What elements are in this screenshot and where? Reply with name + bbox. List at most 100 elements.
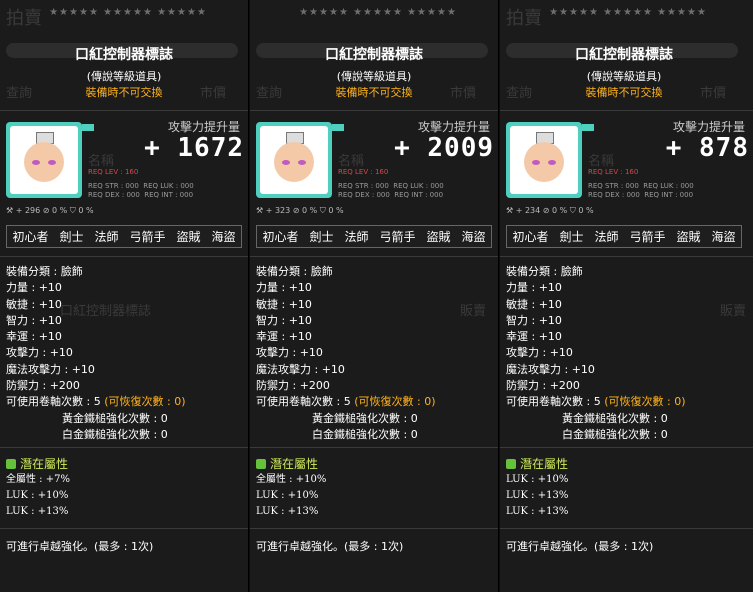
divider xyxy=(250,110,498,111)
bg-sell-text: 販賣 xyxy=(720,304,747,319)
req-level: REQ LEV : 160 xyxy=(588,168,639,176)
stat-category: 裝備分類 : 臉飾 xyxy=(256,265,333,278)
stat-str: 力量 : +10 xyxy=(256,281,312,295)
potential-line-3: LUK : +13% xyxy=(506,506,569,517)
item-icon xyxy=(260,126,328,194)
bg-name-text: 名稱 xyxy=(338,154,365,169)
potential-icon xyxy=(6,459,16,469)
job-magician: 法師 xyxy=(344,230,369,244)
bg-title-text: 口紅控制器標誌 xyxy=(60,304,152,319)
divider xyxy=(250,528,498,529)
stat-list: 裝備分類 : 臉飾 力量 : +10 敏捷 : +10 智力 : +10 幸運 … xyxy=(6,264,185,443)
upgrade-info-row: ⚒ + 296 ⊘ 0 % ⛉ 0 % xyxy=(6,206,94,215)
stat-list: 裝備分類 : 臉飾 力量 : +10 敏捷 : +10 智力 : +10 幸運 … xyxy=(506,264,685,443)
job-bowman: 弓箭手 xyxy=(629,230,666,244)
job-pirate: 海盜 xyxy=(711,230,736,244)
divider xyxy=(500,256,753,257)
stat-atk: 攻擊力 : +10 xyxy=(256,346,323,360)
divider xyxy=(500,447,753,448)
req-level: REQ LEV : 160 xyxy=(338,168,389,176)
emblem-face-icon xyxy=(524,142,564,182)
job-list: 初心者 劍士 法師 弓箭手 盜賊 海盜 xyxy=(506,225,742,248)
bg-sell-text: 販賣 xyxy=(460,304,487,319)
item-icon-frame xyxy=(6,122,82,198)
bg-name-text: 名稱 xyxy=(588,154,615,169)
job-bowman: 弓箭手 xyxy=(129,230,166,244)
potential-icon xyxy=(506,459,516,469)
stat-gold-hammer: 黃金鐵槌強化次數 : 0 xyxy=(312,411,418,425)
potential-section: 潛在屬性 LUK : +10% LUK : +13% LUK : +13% xyxy=(506,457,568,520)
potential-line-1: 全屬性 : +10% xyxy=(256,474,327,485)
divider xyxy=(0,110,248,111)
stat-def: 防禦力 : +200 xyxy=(6,379,80,393)
stat-luk: 幸運 : +10 xyxy=(6,330,62,344)
flag-icon xyxy=(582,124,594,131)
item-title: 口紅控制器標誌 xyxy=(575,47,673,63)
item-tooltip-1: 拍賣 查詢 市價 ★★★★★ ★★★★★ ★★★★★ 口紅控制器標誌 (傳說等級… xyxy=(0,0,249,592)
stat-int: 智力 : +10 xyxy=(256,313,312,327)
potential-line-1: 全屬性 : +7% xyxy=(6,474,70,485)
job-pirate: 海盜 xyxy=(461,230,486,244)
job-pirate: 海盜 xyxy=(211,230,236,244)
item-grade: (傳說等級道具) xyxy=(86,70,162,83)
req-dex-int: REQ DEX : 000 REQ INT : 000 xyxy=(88,191,194,199)
divider xyxy=(500,110,753,111)
divider xyxy=(0,528,248,529)
item-tooltip-2: 查詢 市價 ★★★★★ ★★★★★ ★★★★★ 口紅控制器標誌 (傳說等級道具)… xyxy=(250,0,499,592)
trade-restriction: 裝備時不可交換 xyxy=(85,86,163,99)
job-bowman: 弓箭手 xyxy=(379,230,416,244)
item-grade: (傳說等級道具) xyxy=(586,70,662,83)
potential-title: 潛在屬性 xyxy=(506,457,568,472)
potential-icon xyxy=(256,459,266,469)
item-icon-frame xyxy=(256,122,332,198)
stat-platinum-hammer: 白金鐵槌強化次數 : 0 xyxy=(62,427,168,441)
stat-scroll: 可使用卷軸次數 : 5 (可恢復次數 : 0) xyxy=(256,395,436,409)
item-title: 口紅控制器標誌 xyxy=(75,47,173,63)
stat-atk: 攻擊力 : +10 xyxy=(506,346,573,360)
attack-increase-value: + 878 xyxy=(665,133,749,163)
potential-line-3: LUK : +13% xyxy=(256,506,319,517)
divider xyxy=(250,256,498,257)
stat-list: 裝備分類 : 臉飾 力量 : +10 敏捷 : +10 智力 : +10 幸運 … xyxy=(256,264,435,443)
job-warrior: 劍士 xyxy=(309,230,334,244)
stat-luk: 幸運 : +10 xyxy=(256,330,312,344)
stat-category: 裝備分類 : 臉飾 xyxy=(6,265,83,278)
item-tooltip-3: 拍賣 查詢 市價 ★★★★★ ★★★★★ ★★★★★ 口紅控制器標誌 (傳說等級… xyxy=(500,0,753,592)
divider xyxy=(500,528,753,529)
stat-dex: 敏捷 : +10 xyxy=(256,297,312,311)
exceptional-note: 可進行卓越強化。(最多 : 1次) xyxy=(6,540,154,553)
stat-gold-hammer: 黃金鐵槌強化次數 : 0 xyxy=(62,411,168,425)
req-dex-int: REQ DEX : 000 REQ INT : 000 xyxy=(588,191,694,199)
job-list: 初心者 劍士 法師 弓箭手 盜賊 海盜 xyxy=(256,225,492,248)
job-list: 初心者 劍士 法師 弓箭手 盜賊 海盜 xyxy=(6,225,242,248)
req-str-luk: REQ STR : 000 REQ LUK : 000 xyxy=(88,182,194,190)
item-icon xyxy=(10,126,78,194)
stat-atk: 攻擊力 : +10 xyxy=(6,346,73,360)
divider xyxy=(250,447,498,448)
stat-matk: 魔法攻擊力 : +10 xyxy=(506,362,595,376)
flag-icon xyxy=(332,124,344,131)
potential-title: 潛在屬性 xyxy=(6,457,70,472)
potential-line-1: LUK : +10% xyxy=(506,474,569,485)
item-grade: (傳說等級道具) xyxy=(336,70,412,83)
divider xyxy=(0,256,248,257)
item-title: 口紅控制器標誌 xyxy=(325,47,423,63)
job-warrior: 劍士 xyxy=(559,230,584,244)
stat-scroll: 可使用卷軸次數 : 5 (可恢復次數 : 0) xyxy=(6,395,186,409)
upgrade-info-row: ⚒ + 234 ⊘ 0 % ⛉ 0 % xyxy=(506,206,594,215)
job-thief: 盜賊 xyxy=(426,230,451,244)
job-magician: 法師 xyxy=(594,230,619,244)
job-beginner: 初心者 xyxy=(262,230,299,244)
req-str-luk: REQ STR : 000 REQ LUK : 000 xyxy=(338,182,444,190)
job-thief: 盜賊 xyxy=(676,230,701,244)
stat-def: 防禦力 : +200 xyxy=(256,379,330,393)
job-magician: 法師 xyxy=(94,230,119,244)
job-warrior: 劍士 xyxy=(59,230,84,244)
emblem-face-icon xyxy=(24,142,64,182)
stat-category: 裝備分類 : 臉飾 xyxy=(506,265,583,278)
flag-icon xyxy=(82,124,94,131)
stat-luk: 幸運 : +10 xyxy=(506,330,562,344)
stat-def: 防禦力 : +200 xyxy=(506,379,580,393)
job-beginner: 初心者 xyxy=(12,230,49,244)
exceptional-note: 可進行卓越強化。(最多 : 1次) xyxy=(256,540,404,553)
